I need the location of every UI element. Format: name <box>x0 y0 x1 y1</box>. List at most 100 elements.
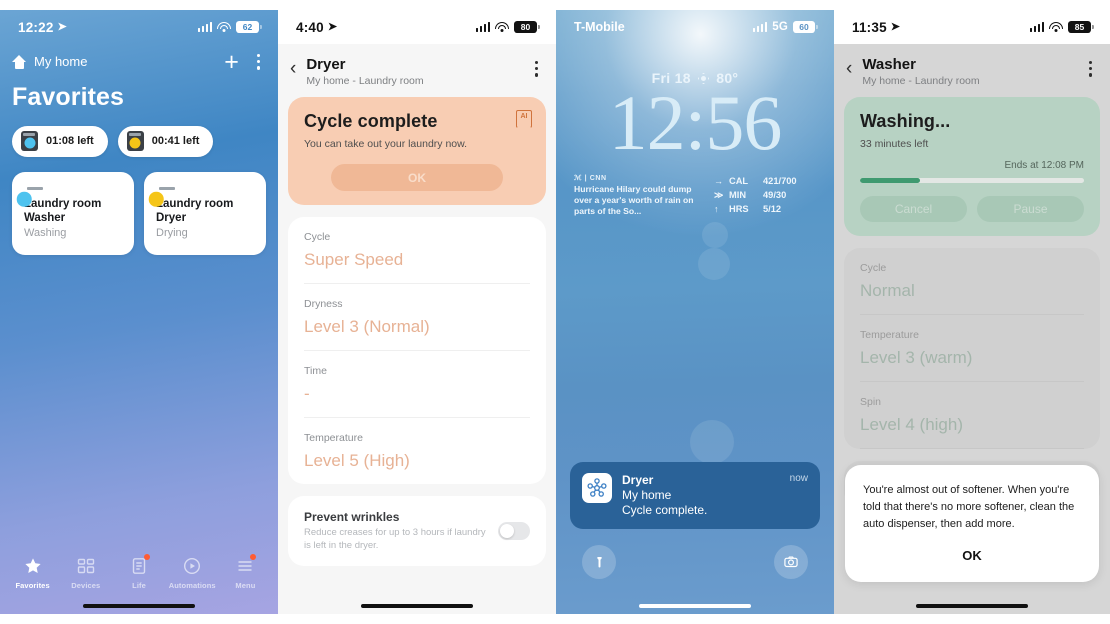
battery-icon: 80 <box>514 21 540 33</box>
kebab-menu-icon[interactable] <box>253 52 264 72</box>
notification-time: now <box>789 473 808 484</box>
flashlight-icon[interactable] <box>582 545 616 579</box>
wifi-icon <box>1049 21 1063 33</box>
tab-favorites[interactable]: Favorites <box>6 556 59 590</box>
device-state: Drying <box>156 226 188 239</box>
cellular-signal-icon <box>1029 22 1044 32</box>
phone-screen-4: 11:35 ➤ 85 ‹ Washer My home - Laundry ro… <box>834 10 1110 614</box>
notification-text: Dryer My home Cycle complete. <box>622 473 780 518</box>
pause-button[interactable]: Pause <box>977 196 1084 222</box>
setting-value: Super Speed <box>304 250 404 269</box>
breadcrumb: My home - Laundry room <box>862 75 980 87</box>
status-bar-4: 11:35 ➤ 85 <box>834 10 1110 44</box>
add-device-button[interactable]: + <box>224 49 239 74</box>
camera-icon[interactable] <box>774 545 808 579</box>
decorative-blob <box>690 420 734 464</box>
setting-row-cycle[interactable]: Cycle Super Speed <box>304 217 530 284</box>
setting-row-dryness[interactable]: Dryness Level 3 (Normal) <box>304 284 530 351</box>
timer-chip-dryer[interactable]: 00:41 left <box>117 125 214 157</box>
device-header-2: ‹ Dryer My home - Laundry room <box>278 44 556 97</box>
timer-chip-washer[interactable]: 01:08 left <box>12 125 108 157</box>
status-time: 4:40 <box>296 19 324 35</box>
header-actions: + <box>224 49 264 74</box>
dryer-icon <box>126 131 144 152</box>
home-selector[interactable]: My home <box>12 54 87 69</box>
tab-automations[interactable]: Automations <box>166 556 219 590</box>
device-name: Dryer <box>156 211 187 224</box>
lock-bottom-area: Dryer My home Cycle complete. now <box>556 462 834 579</box>
location-arrow-icon: ➤ <box>890 20 901 33</box>
setting-label: Temperature <box>304 432 363 444</box>
prevent-wrinkles-toggle[interactable] <box>498 522 530 540</box>
fitness-widget[interactable]: → CAL 421/700 ≫ MIN 49/30 ↑ HRS 5/12 <box>708 174 818 217</box>
device-card-dryer[interactable]: Laundry room Dryer Drying <box>144 171 266 255</box>
chevron-left-icon[interactable]: ‹ <box>846 56 852 78</box>
timer-chip-label: 01:08 left <box>46 135 94 148</box>
setting-label: Spin <box>860 396 882 408</box>
progress-bar <box>860 178 1084 183</box>
phone-screen-3: T-Mobile 5G 60 Fri 18 80° 12:56 ℳ | CNN … <box>556 10 834 614</box>
cancel-button[interactable]: Cancel <box>860 196 967 222</box>
devices-grid-icon <box>76 556 96 576</box>
status-subtitle: 33 minutes left <box>860 138 929 150</box>
setting-row-temperature[interactable]: Temperature Level 5 (High) <box>304 418 530 484</box>
battery-level: 80 <box>520 22 531 32</box>
fitness-value: 5/12 <box>763 204 782 214</box>
page-title: Favorites <box>12 82 125 111</box>
setting-label: Cycle <box>860 262 887 274</box>
home-header: My home + <box>0 44 278 74</box>
tab-label: Automations <box>168 581 216 590</box>
battery-level: 62 <box>242 22 253 32</box>
progress-fill <box>860 178 921 183</box>
chevron-left-icon[interactable]: ‹ <box>290 56 296 78</box>
breadcrumb: My home - Laundry room <box>306 75 424 87</box>
news-widget[interactable]: ℳ | CNN Hurricane Hilary could dump over… <box>574 174 698 217</box>
phone-screen-1: 12:22 ➤ 62 My home + Favorites 01:08 lef… <box>0 10 278 614</box>
status-bar-left: 4:40 ➤ <box>296 20 337 35</box>
softener-alert-dialog: You're almost out of softener. When you'… <box>845 465 1099 582</box>
setting-label: Time <box>304 365 327 377</box>
battery-level: 85 <box>1074 22 1085 32</box>
panel-smartthings-favorites: 12:22 ➤ 62 My home + Favorites 01:08 lef… <box>0 0 278 624</box>
bottom-tab-bar: Favorites Devices Life Automations Menu <box>0 554 278 590</box>
setting-value: Level 3 (Normal) <box>304 317 430 336</box>
tab-devices[interactable]: Devices <box>59 556 112 590</box>
ok-button[interactable]: OK <box>331 164 503 191</box>
notification-badge <box>144 554 150 560</box>
fitness-value: 49/30 <box>763 190 787 200</box>
hamburger-icon <box>235 554 257 576</box>
option-title: Prevent wrinkles <box>304 510 400 524</box>
alert-ok-button[interactable]: OK <box>863 533 1081 576</box>
minutes-arrow-icon: ≫ <box>714 190 724 200</box>
panel-washer-detail: 11:35 ➤ 85 ‹ Washer My home - Laundry ro… <box>834 0 1110 624</box>
smartthings-icon <box>582 473 612 503</box>
decorative-blob <box>698 248 730 280</box>
panel-lock-screen: T-Mobile 5G 60 Fri 18 80° 12:56 ℳ | CNN … <box>556 0 834 624</box>
lock-clock: 12:56 <box>608 79 783 166</box>
device-state: Washing <box>24 226 67 239</box>
panel-dryer-detail: 4:40 ➤ 80 ‹ Dryer My home - Laundry room <box>278 0 556 624</box>
notification-line-3: Cycle complete. <box>622 503 708 517</box>
news-headline: Hurricane Hilary could dump over a year'… <box>574 184 694 216</box>
setting-row-temperature[interactable]: Temperature Level 3 (warm) <box>860 315 1084 382</box>
setting-row-cycle[interactable]: Cycle Normal <box>860 248 1084 315</box>
tab-life[interactable]: Life <box>112 554 165 590</box>
setting-row-spin[interactable]: Spin Level 4 (high) <box>860 382 1084 449</box>
timer-chip-row: 01:08 left 00:41 left <box>0 112 278 157</box>
alert-message: You're almost out of softener. When you'… <box>863 484 1075 530</box>
kebab-menu-icon[interactable] <box>1085 56 1096 79</box>
washer-icon <box>21 131 38 152</box>
device-card-row: Laundry room Washer Washing Laundry room… <box>0 157 278 255</box>
setting-label: Temperature <box>860 329 919 341</box>
notification-card-dryer[interactable]: Dryer My home Cycle complete. now <box>570 462 820 529</box>
device-card-washer[interactable]: Laundry room Washer Washing <box>12 171 134 255</box>
wifi-icon <box>217 21 231 33</box>
option-row-prevent-wrinkles[interactable]: Prevent wrinkles Reduce creases for up t… <box>304 496 530 566</box>
kebab-menu-icon[interactable] <box>531 56 542 79</box>
notification-badge <box>250 554 257 560</box>
setting-row-time[interactable]: Time - <box>304 351 530 418</box>
setting-value: Normal <box>860 281 915 300</box>
setting-label: Dryness <box>304 298 343 310</box>
tab-menu[interactable]: Menu <box>219 554 272 590</box>
status-subtitle: You can take out your laundry now. <box>304 138 468 150</box>
